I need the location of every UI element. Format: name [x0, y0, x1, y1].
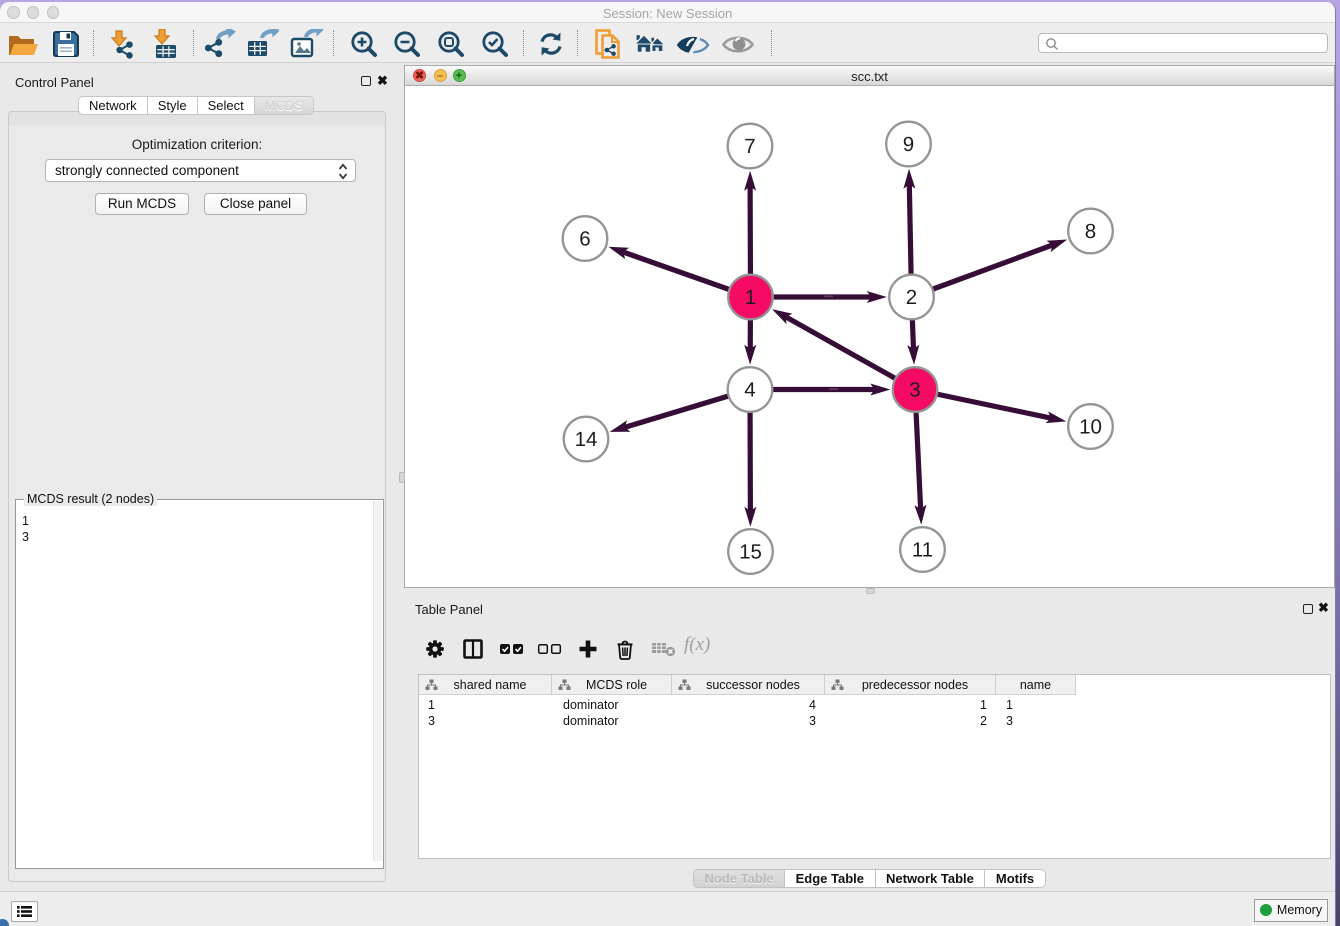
- svg-text:1: 1: [745, 286, 756, 309]
- svg-text:10: 10: [1079, 416, 1102, 439]
- svg-text:3: 3: [909, 379, 920, 402]
- svg-text:6: 6: [579, 228, 590, 251]
- svg-text:2: 2: [906, 286, 917, 309]
- svg-text:4: 4: [744, 379, 755, 402]
- svg-text:11: 11: [912, 539, 933, 562]
- svg-text:7: 7: [744, 135, 755, 158]
- svg-text:9: 9: [903, 133, 914, 156]
- svg-text:14: 14: [575, 428, 598, 451]
- svg-text:8: 8: [1085, 220, 1096, 243]
- svg-text:15: 15: [739, 541, 762, 564]
